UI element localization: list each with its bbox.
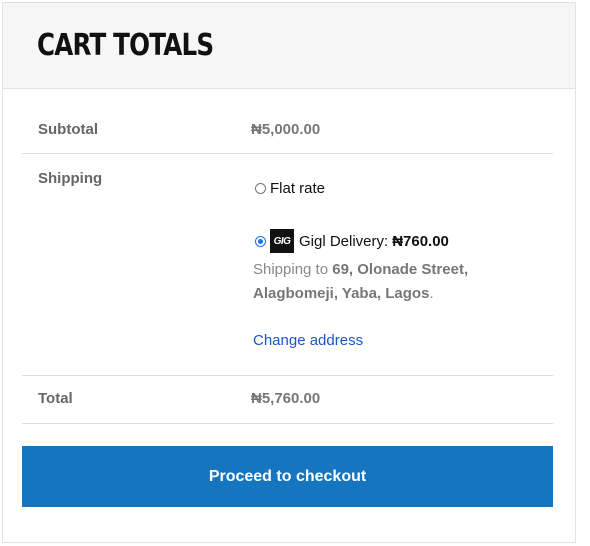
shipping-destination-suffix: . xyxy=(429,285,434,302)
subtotal-label: Subtotal xyxy=(38,121,98,138)
subtotal-value: ₦5,000.00 xyxy=(251,121,321,138)
gigl-delivery-label: Gigl Delivery: xyxy=(299,232,389,250)
subtotal-row: Subtotal ₦5,000.00 xyxy=(22,108,553,154)
shipping-row: Shipping Flat rate GIG Gigl Delivery: ₦7… xyxy=(22,154,553,376)
flat-rate-label: Flat rate xyxy=(270,180,326,197)
shipping-option-gigl-delivery[interactable]: GIG Gigl Delivery: ₦760.00 xyxy=(255,229,449,253)
shipping-destination: Shipping to 69, Olonade Street, Alagbome… xyxy=(253,258,503,306)
shipping-option-flat-rate[interactable]: Flat rate xyxy=(255,180,325,197)
gig-logo-icon: GIG xyxy=(270,229,294,253)
proceed-to-checkout-button[interactable]: Proceed to checkout xyxy=(22,446,553,507)
cart-totals-header: CART TOTALS xyxy=(3,3,575,89)
total-row: Total ₦5,760.00 xyxy=(22,376,553,424)
gigl-delivery-radio[interactable] xyxy=(255,235,266,247)
total-label: Total xyxy=(38,390,73,407)
shipping-label: Shipping xyxy=(38,170,103,187)
totals-table: Subtotal ₦5,000.00 Shipping Flat rate GI… xyxy=(22,108,553,424)
gigl-delivery-price: ₦760.00 xyxy=(392,232,449,250)
total-value: ₦5,760.00 xyxy=(251,390,321,407)
flat-rate-radio[interactable] xyxy=(255,183,266,194)
cart-totals-title: CART TOTALS xyxy=(37,28,214,63)
change-address-link[interactable]: Change address xyxy=(253,332,363,349)
shipping-destination-prefix: Shipping to xyxy=(253,261,329,278)
